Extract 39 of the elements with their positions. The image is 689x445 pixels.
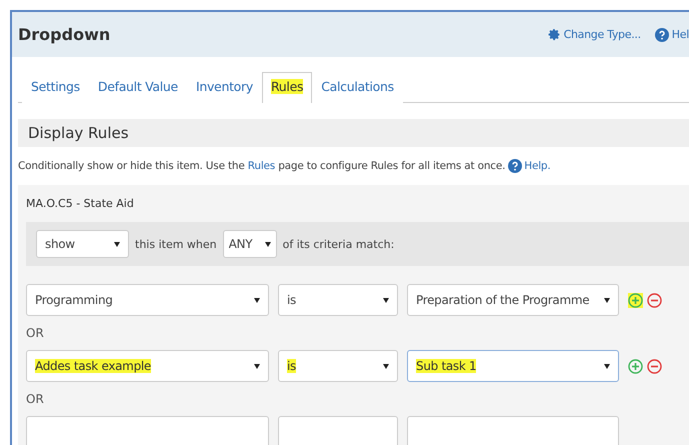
section-title: Display Rules <box>18 119 689 147</box>
value-select[interactable] <box>407 416 619 445</box>
plus-circle-icon[interactable] <box>628 358 643 374</box>
caret-icon <box>604 298 610 302</box>
minus-circle-icon[interactable] <box>647 358 662 374</box>
value-select[interactable]: Preparation of the Programme <box>407 284 619 316</box>
operator-select[interactable]: is <box>278 284 398 316</box>
minus-circle-icon[interactable] <box>647 292 662 308</box>
help-icon <box>654 28 669 42</box>
help-icon <box>508 159 522 173</box>
condition-text: this item when <box>135 238 217 250</box>
help-link[interactable]: Hel <box>654 28 689 42</box>
caret-icon <box>254 298 260 302</box>
operator-select[interactable]: is <box>278 350 398 382</box>
caret-icon <box>604 364 610 368</box>
tab[interactable]: Rules <box>262 72 312 103</box>
action-select[interactable]: show <box>36 230 129 258</box>
caret-icon <box>254 364 260 368</box>
field-select[interactable]: Addes task example <box>26 350 269 382</box>
operator-select[interactable] <box>278 416 398 445</box>
change-type-link[interactable]: Change Type... <box>548 28 641 41</box>
help-link[interactable]: Help. <box>508 159 551 173</box>
plus-circle-icon[interactable] <box>628 292 643 308</box>
or-label: OR <box>26 326 44 340</box>
field-select[interactable] <box>26 416 269 445</box>
match-select[interactable]: ANY <box>222 230 277 258</box>
rule-group-name: MA.O.C5 - State Aid <box>26 197 135 210</box>
caret-icon <box>383 298 389 302</box>
window-title: Dropdown <box>18 25 112 44</box>
caret-icon <box>383 364 389 368</box>
caret-icon <box>114 242 120 246</box>
gear-icon <box>548 28 561 41</box>
value-select[interactable]: Sub task 1 <box>407 350 619 382</box>
field-select[interactable]: Programming <box>26 284 269 316</box>
description-text: Conditionally show or hide this item. Use the Rules page to configure Rules for all items at once. <box>18 160 506 172</box>
rules-link[interactable]: Rules <box>248 160 276 172</box>
condition-text: of its criteria match: <box>282 238 394 250</box>
caret-icon <box>264 242 271 246</box>
or-label: OR <box>26 392 44 406</box>
